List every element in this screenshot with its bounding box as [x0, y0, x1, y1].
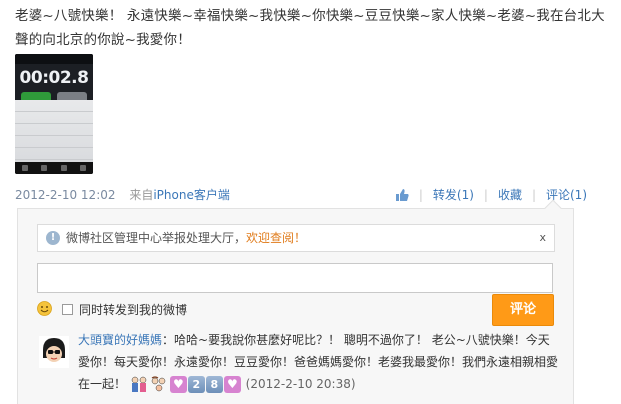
- divider: |: [483, 188, 488, 202]
- close-icon[interactable]: x: [539, 225, 546, 251]
- notice-link[interactable]: 欢迎查阅！: [246, 231, 306, 245]
- stopwatch-time: 00:02.8: [19, 68, 89, 88]
- family-emoticon-icon: [151, 376, 166, 392]
- forward-checkbox[interactable]: [62, 304, 73, 315]
- stopwatch-lap-list: [15, 100, 93, 162]
- notice-text: 微博社区管理中心举报处理大厅，: [66, 231, 247, 245]
- notice-bar: ! 微博社区管理中心举报处理大厅，欢迎查阅！ x: [37, 224, 555, 252]
- source-prefix: 来自: [129, 188, 154, 202]
- info-icon: !: [46, 231, 60, 245]
- divider: |: [531, 188, 536, 202]
- like-icon[interactable]: [395, 188, 409, 202]
- post-actions: | 转发(1) | 收藏 | 评论(1): [395, 186, 587, 204]
- number-emoticon: 2: [187, 376, 205, 393]
- source-link[interactable]: iPhone客户端: [153, 188, 230, 202]
- phone-tab-bar: [15, 162, 93, 174]
- comment-username[interactable]: 大頭寶的好媽媽: [78, 333, 162, 347]
- post-date[interactable]: 2012-2-10 12:02: [15, 188, 116, 202]
- comment-time: (2012-2-10 20:38): [245, 377, 356, 391]
- forward-label[interactable]: 同时转发到我的微博: [79, 301, 187, 318]
- comment-panel: ! 微博社区管理中心举报处理大厅，欢迎查阅！ x 同时转发到我的微博 评论 大頭…: [17, 199, 574, 404]
- post-meta-row: 2012-2-10 12:02 来自iPhone客户端 | 转发(1) | 收藏…: [15, 186, 587, 204]
- user-avatar[interactable]: [39, 336, 69, 368]
- divider: |: [418, 188, 423, 202]
- comment-input[interactable]: [37, 263, 553, 293]
- heart-icon: ♥: [223, 376, 241, 393]
- emoji-icon[interactable]: [37, 301, 52, 316]
- heart-icon: ♥: [169, 376, 187, 393]
- post-text: 老婆~八號快樂！ 永遠快樂~幸福快樂~我快樂~你快樂~豆豆快樂~家人快樂~老婆~…: [15, 8, 605, 48]
- number-emoticon: 8: [205, 376, 223, 393]
- post-photo[interactable]: 00:02.8: [15, 54, 93, 174]
- submit-comment-button[interactable]: 评论: [492, 294, 554, 326]
- phone-status-bar: [15, 54, 93, 64]
- comment-item: 大頭寶的好媽媽：哈哈~要我說你甚麼好呢比？！ 聰明不過你了！ 老公~八號快樂！今…: [78, 329, 558, 395]
- couple-emoticon-icon: [131, 376, 147, 392]
- favorite-link[interactable]: 收藏: [498, 186, 522, 204]
- forward-link[interactable]: 转发(1): [433, 186, 474, 204]
